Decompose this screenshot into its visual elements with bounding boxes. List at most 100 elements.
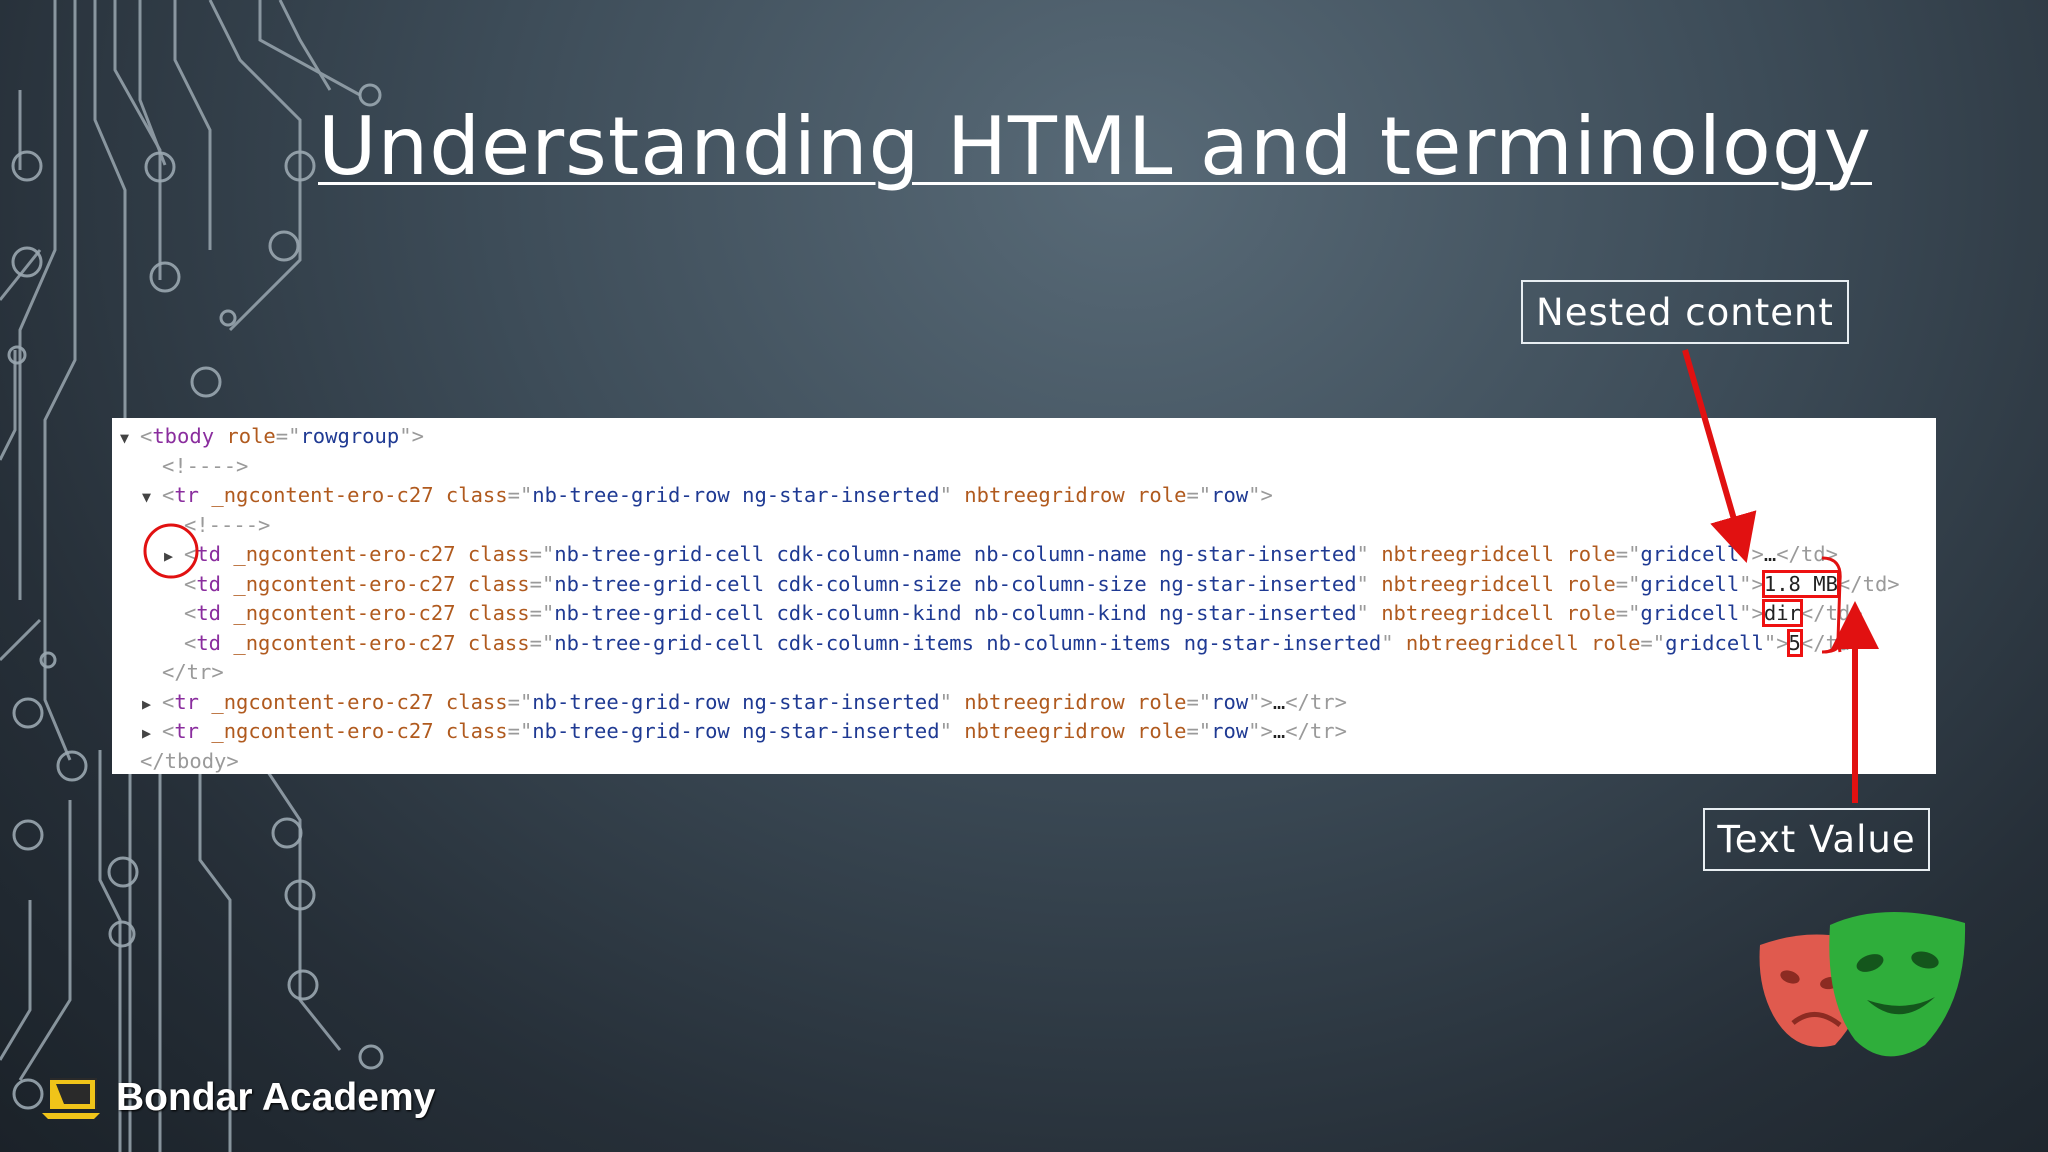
code-line[interactable]: ▶ <tr _ngcontent-ero-c27 class="nb-tree-g… bbox=[142, 717, 1347, 746]
code-line[interactable]: ▶ <td _ngcontent-ero-c27 class="nb-tree-g… bbox=[164, 540, 1838, 569]
code-line[interactable]: <td _ngcontent-ero-c27 class="nb-tree-gr… bbox=[164, 569, 1900, 599]
closing-tag: </td> bbox=[1776, 542, 1838, 566]
attr-name: role bbox=[1137, 689, 1187, 714]
code-line[interactable]: ▼ <tr _ngcontent-ero-c27 class="nb-tree-g… bbox=[142, 481, 1273, 510]
attr-name: _ngcontent-ero-c27 bbox=[233, 542, 456, 566]
code-line[interactable]: ▼ <tbody role="rowgroup"> bbox=[120, 422, 424, 451]
expand-triangle-icon[interactable]: ▶ bbox=[142, 690, 162, 719]
tag-bracket: > bbox=[1776, 630, 1789, 655]
tag-bracket: < bbox=[184, 542, 197, 566]
code-line[interactable]: <!----> bbox=[142, 452, 248, 481]
attr-quote: " bbox=[1356, 571, 1369, 596]
attr-value: nb-tree-grid-cell cdk-column-kind nb-col… bbox=[554, 601, 1357, 625]
attr-name: role bbox=[1566, 571, 1616, 596]
closing-tag: </tr> bbox=[162, 660, 224, 684]
attr-quote: " bbox=[1248, 689, 1261, 714]
attr-eq: =" bbox=[529, 571, 555, 596]
attr-eq: =" bbox=[1186, 719, 1212, 743]
attr-quote: " bbox=[1381, 630, 1394, 655]
attr-value: gridcell bbox=[1640, 601, 1740, 625]
attr-name: nbtreegridcell bbox=[1381, 571, 1555, 596]
tag-name: td bbox=[196, 542, 222, 566]
tag-bracket: > bbox=[411, 424, 424, 448]
attr-eq: =" bbox=[1615, 601, 1641, 625]
attr-name: class bbox=[445, 719, 508, 743]
closing-tag: </tr> bbox=[1285, 689, 1347, 714]
code-line[interactable]: </tr> bbox=[142, 658, 224, 687]
attr-quote: " bbox=[1248, 719, 1261, 743]
closing-tag: </td> bbox=[1837, 571, 1900, 596]
brand-name: Bondar Academy bbox=[116, 1076, 436, 1119]
code-line[interactable]: <!----> bbox=[164, 511, 270, 540]
attr-name: role bbox=[1591, 630, 1641, 655]
tag-bracket: < bbox=[184, 630, 197, 655]
slide-title: Understanding HTML and terminology bbox=[318, 100, 1872, 193]
attr-value: row bbox=[1211, 483, 1249, 507]
attr-name: _ngcontent-ero-c27 bbox=[233, 571, 456, 596]
closing-tag: </td> bbox=[1800, 630, 1863, 655]
attr-quote: " bbox=[939, 689, 952, 714]
closing-tag: </tr> bbox=[1285, 719, 1347, 743]
attr-quote: " bbox=[1248, 483, 1261, 507]
tag-bracket: < bbox=[184, 571, 197, 596]
attr-value: nb-tree-grid-cell cdk-column-items nb-co… bbox=[554, 630, 1382, 655]
code-line[interactable]: ▶ <tr _ngcontent-ero-c27 class="nb-tree-g… bbox=[142, 688, 1347, 717]
text-value: … bbox=[1272, 719, 1286, 743]
attr-quote: " bbox=[1356, 601, 1369, 625]
tag-bracket: < bbox=[140, 424, 153, 448]
attr-value: row bbox=[1211, 719, 1249, 743]
attr-value: gridcell bbox=[1640, 542, 1740, 566]
tag-bracket: < bbox=[162, 483, 175, 507]
attr-name: class bbox=[445, 689, 508, 714]
attr-name: class bbox=[467, 542, 530, 566]
tag-bracket: < bbox=[162, 689, 175, 714]
tag-bracket: > bbox=[1260, 689, 1273, 714]
tag-name: tbody bbox=[152, 424, 215, 448]
expand-triangle-icon[interactable]: ▶ bbox=[164, 542, 184, 571]
attr-name: role bbox=[1566, 601, 1616, 625]
nested-content-label-text: Nested content bbox=[1536, 290, 1834, 334]
code-line[interactable]: <td _ngcontent-ero-c27 class="nb-tree-gr… bbox=[164, 599, 1863, 628]
devtools-code-panel: ▼ <tbody role="rowgroup"> <!----> ▼ <tr _ng… bbox=[112, 418, 1936, 774]
attr-quote: " bbox=[1739, 601, 1752, 625]
attr-eq: =" bbox=[529, 542, 555, 566]
text-value: … bbox=[1763, 542, 1777, 566]
code-line[interactable]: </tbody> bbox=[120, 747, 239, 776]
attr-name: nbtreegridcell bbox=[1381, 542, 1555, 566]
collapse-triangle-icon[interactable]: ▼ bbox=[120, 424, 140, 453]
tag-bracket: > bbox=[1260, 483, 1273, 507]
closing-tag: </tbody> bbox=[140, 748, 239, 773]
attr-eq: =" bbox=[1640, 630, 1666, 655]
attr-name: nbtreegridrow bbox=[964, 719, 1125, 743]
attr-name: _ngcontent-ero-c27 bbox=[211, 483, 434, 507]
attr-value: nb-tree-grid-cell cdk-column-name nb-col… bbox=[554, 542, 1357, 566]
tag-bracket: > bbox=[1751, 601, 1764, 625]
collapse-triangle-icon[interactable]: ▼ bbox=[142, 483, 162, 512]
tag-bracket: < bbox=[162, 719, 175, 743]
tag-bracket: > bbox=[1260, 719, 1273, 743]
code-line[interactable]: <td _ngcontent-ero-c27 class="nb-tree-gr… bbox=[164, 628, 1863, 660]
expand-triangle-icon[interactable]: ▶ bbox=[142, 719, 162, 748]
attr-eq: =" bbox=[507, 483, 533, 507]
text-value: … bbox=[1272, 689, 1286, 714]
tag-name: td bbox=[196, 630, 222, 655]
attr-value: nb-tree-grid-row ng-star-inserted bbox=[532, 689, 940, 714]
html-comment: <!----> bbox=[162, 453, 249, 478]
attr-quote: " bbox=[1356, 542, 1369, 566]
